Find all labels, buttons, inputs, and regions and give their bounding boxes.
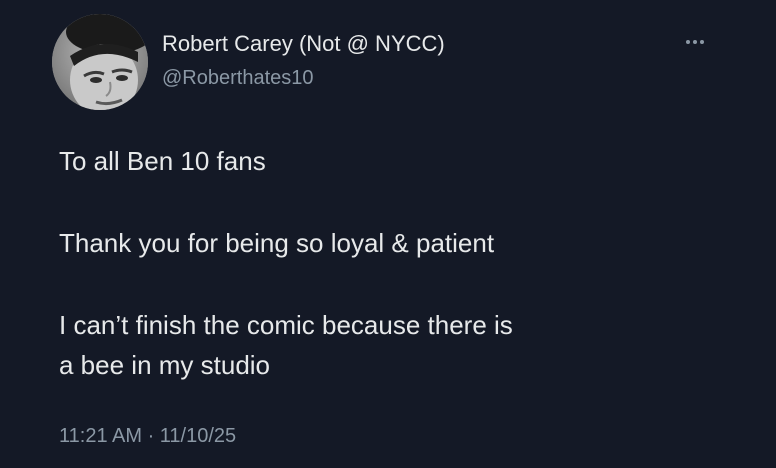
tweet-card: Robert Carey (Not @ NYCC) @Roberthates10… — [0, 0, 776, 468]
avatar-image — [52, 14, 148, 110]
more-horizontal-icon — [686, 40, 704, 44]
tweet-text-line: I can’t finish the comic because there i… — [59, 310, 513, 340]
tweet-timestamp[interactable]: 11:21 AM · 11/10/25 — [59, 424, 236, 448]
avatar[interactable] — [52, 14, 148, 110]
tweet-text-line: Thank you for being so loyal & patient — [59, 228, 495, 258]
user-handle[interactable]: @Roberthates10 — [162, 66, 314, 90]
tweet-text-line: To all Ben 10 fans — [59, 146, 266, 176]
tweet-text-line: a bee in my studio — [59, 350, 271, 380]
more-options-button[interactable] — [680, 32, 710, 52]
display-name[interactable]: Robert Carey (Not @ NYCC) — [162, 31, 445, 57]
